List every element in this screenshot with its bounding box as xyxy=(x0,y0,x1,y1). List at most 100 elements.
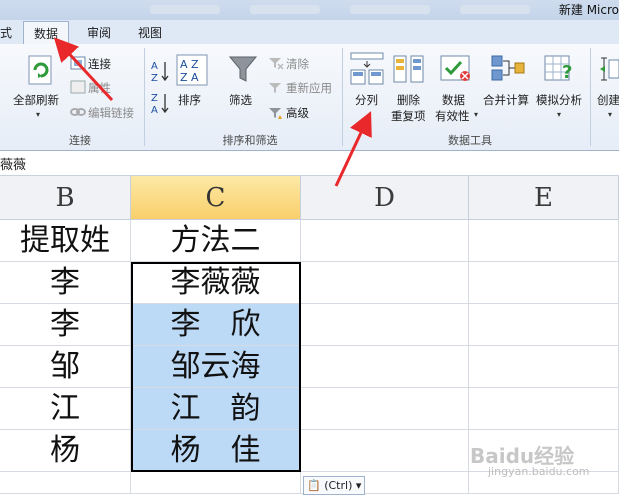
cell-b[interactable]: 李 xyxy=(0,304,131,346)
svg-text:A: A xyxy=(151,61,158,72)
refresh-icon xyxy=(28,55,52,85)
cell-b[interactable]: 邹 xyxy=(0,346,131,388)
clear-filter-icon xyxy=(269,58,284,70)
sort-ascending-icon: A Z xyxy=(151,61,169,84)
group-divider xyxy=(342,48,343,146)
column-header-d[interactable]: D xyxy=(301,176,469,220)
filter-funnel-icon xyxy=(228,56,258,82)
cell-b[interactable]: 李 xyxy=(0,262,131,304)
data-tools-group-label: 数据工具 xyxy=(448,134,492,147)
chevron-down-icon: ▾ xyxy=(355,479,362,492)
paste-options-label: (Ctrl) xyxy=(324,479,353,492)
cell-d[interactable] xyxy=(301,304,469,346)
data-validation-icon xyxy=(440,55,470,81)
tab-view[interactable]: 视图 xyxy=(138,24,162,41)
svg-text:?: ? xyxy=(562,62,572,83)
remove-duplicates-label-1: 删除 xyxy=(397,93,420,107)
column-header-b[interactable]: B xyxy=(0,176,131,220)
svg-text:Z A: Z A xyxy=(180,71,199,84)
column-header-c[interactable]: C xyxy=(131,176,301,220)
connections-group-label: 连接 xyxy=(69,134,91,147)
cell-e[interactable] xyxy=(469,304,619,346)
create-group-label: 创建 xyxy=(597,93,619,107)
refresh-all-label: 全部刷新 xyxy=(13,93,59,107)
svg-text:A: A xyxy=(151,105,158,116)
cell-e[interactable] xyxy=(469,346,619,388)
advanced-label: 高级 xyxy=(286,106,309,120)
sort-filter-group-label: 排序和筛选 xyxy=(222,134,278,147)
connections-icon xyxy=(70,56,86,70)
group-divider xyxy=(144,48,145,146)
connections-label: 连接 xyxy=(88,57,111,71)
clear-label: 清除 xyxy=(286,57,309,71)
tab-review[interactable]: 审阅 xyxy=(87,24,111,41)
cell-e[interactable] xyxy=(469,388,619,430)
properties-label: 属性 xyxy=(88,81,111,95)
cell-b[interactable]: 江 xyxy=(0,388,131,430)
cell-c-selected[interactable]: 邹云海 xyxy=(131,346,301,388)
formula-bar[interactable]: 薇薇 xyxy=(0,151,619,176)
cell-d[interactable] xyxy=(301,220,469,262)
chevron-down-icon: ▾ xyxy=(557,110,562,119)
cell-c-selected[interactable]: 李 欣 xyxy=(131,304,301,346)
properties-icon xyxy=(70,80,86,94)
chevron-down-icon: ▾ xyxy=(608,110,613,119)
reapply-icon xyxy=(269,83,281,93)
cell-c-header[interactable]: 方法二 xyxy=(131,220,301,262)
cell-d[interactable] xyxy=(301,262,469,304)
chevron-down-icon: ▾ xyxy=(36,110,41,119)
cell-c-active[interactable]: 李薇薇 xyxy=(131,262,301,304)
text-to-columns-label: 分列 xyxy=(355,93,378,107)
cell-b[interactable] xyxy=(0,472,131,494)
cell-b-header[interactable]: 提取姓 xyxy=(0,220,131,262)
title-bar: 新建 Micro xyxy=(0,0,619,20)
cell-b[interactable]: 杨 xyxy=(0,430,131,472)
cell-e[interactable] xyxy=(469,220,619,262)
blurred-tab xyxy=(350,5,430,14)
watermark-subtext: jingyan.baidu.com xyxy=(488,465,590,478)
remove-duplicates-icon xyxy=(393,55,424,83)
cell-d[interactable] xyxy=(301,388,469,430)
tab-formulas[interactable]: 式 xyxy=(0,24,12,41)
what-if-analysis-icon: ? xyxy=(544,55,572,83)
window-title: 新建 Micro xyxy=(558,3,619,17)
cell-c-selected[interactable]: 杨 佳 xyxy=(131,430,301,472)
what-if-analysis-label: 模拟分析 xyxy=(536,93,582,107)
column-header-e[interactable]: E xyxy=(469,176,619,220)
ribbon: 全部刷新 ▾ 连接 属性 编辑链接 连接 A Z Z A A Z Z A 排序 … xyxy=(0,44,619,151)
cell-c[interactable] xyxy=(131,472,301,494)
data-validation-label-2: 有效性 xyxy=(435,109,470,123)
cell-e[interactable] xyxy=(469,262,619,304)
group-create-icon xyxy=(600,57,619,81)
formula-value: 薇薇 xyxy=(0,158,27,173)
consolidate-icon xyxy=(491,55,525,81)
paste-options-button[interactable]: 📋 (Ctrl) ▾ xyxy=(303,476,366,495)
blurred-tab xyxy=(150,5,220,14)
svg-text:Z: Z xyxy=(151,93,158,104)
text-to-columns-icon xyxy=(350,52,384,85)
blurred-tab xyxy=(460,5,530,14)
svg-text:Z: Z xyxy=(151,73,158,84)
link-icon xyxy=(70,108,86,116)
blurred-tab xyxy=(250,5,320,14)
tab-data[interactable]: 数据 xyxy=(23,21,70,44)
edit-links-label: 编辑链接 xyxy=(88,106,134,120)
sort-descending-icon: Z A xyxy=(151,93,169,116)
remove-duplicates-label-2: 重复项 xyxy=(391,109,426,123)
ribbon-tabs: 式 数据 审阅 视图 xyxy=(0,20,619,45)
sort-dialog-icon: A Z Z A xyxy=(176,54,208,86)
group-divider xyxy=(590,48,591,146)
cell-d[interactable] xyxy=(301,430,469,472)
cell-d[interactable] xyxy=(301,346,469,388)
chevron-down-icon: ▾ xyxy=(474,110,479,119)
reapply-label: 重新应用 xyxy=(286,81,332,95)
advanced-filter-icon xyxy=(269,108,282,119)
svg-text:A Z: A Z xyxy=(180,58,199,71)
clipboard-icon: 📋 xyxy=(307,479,321,492)
sort-label: 排序 xyxy=(178,93,201,107)
consolidate-label: 合并计算 xyxy=(483,93,529,107)
filter-label: 筛选 xyxy=(229,93,252,107)
watermark: Baidu经验 jingyan.baidu.com xyxy=(470,440,590,478)
cell-c-selected[interactable]: 江 韵 xyxy=(131,388,301,430)
data-validation-label-1: 数据 xyxy=(442,93,465,107)
